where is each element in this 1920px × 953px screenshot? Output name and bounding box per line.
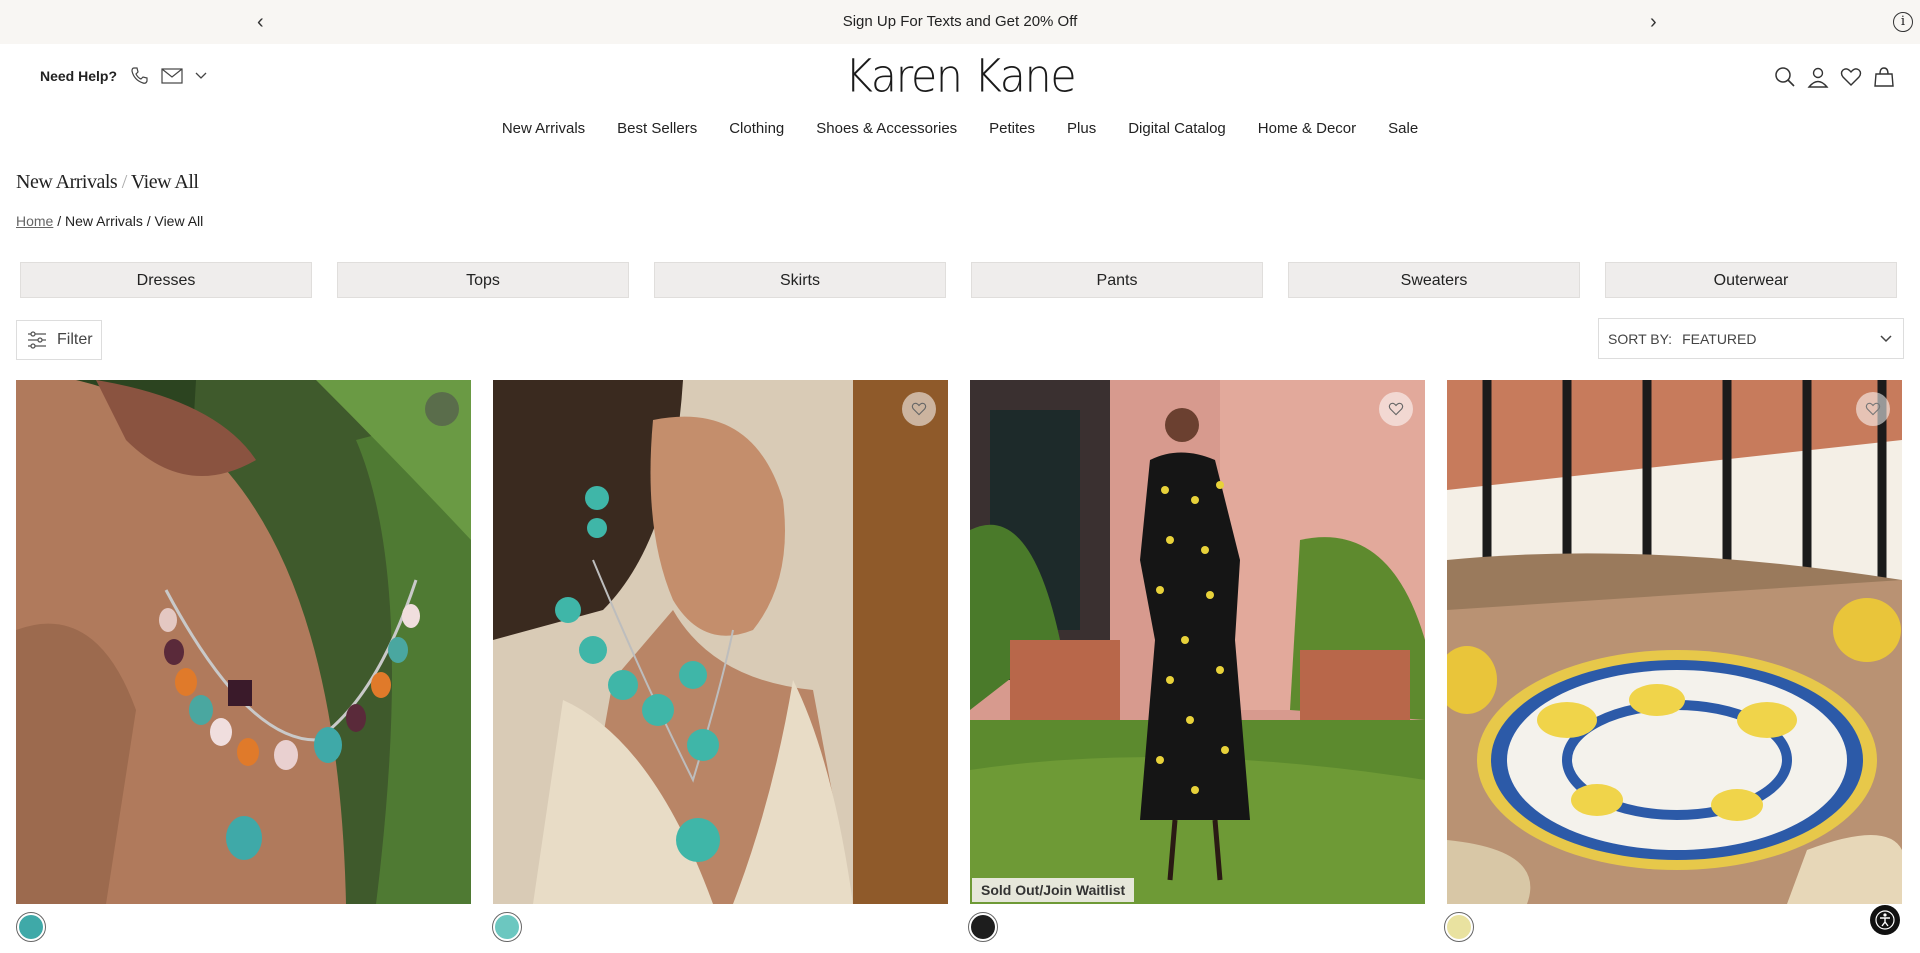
info-icon[interactable]: i — [1893, 12, 1913, 32]
product-card[interactable] — [1447, 380, 1902, 904]
product-image — [1447, 380, 1902, 904]
nav-item-shoes-accessories[interactable]: Shoes & Accessories — [816, 120, 957, 137]
nav-item-clothing[interactable]: Clothing — [729, 120, 784, 137]
sort-label: SORT BY: — [1608, 330, 1673, 347]
wishlist-heart-icon[interactable] — [902, 392, 936, 426]
product-grid: Sold Out/Join Waitlist — [16, 380, 1902, 904]
account-icon[interactable] — [1807, 66, 1829, 88]
wishlist-icon[interactable] — [1840, 66, 1862, 88]
main-nav: New Arrivals Best Sellers Clothing Shoes… — [0, 120, 1920, 137]
header-utilities — [1774, 66, 1895, 88]
search-icon[interactable] — [1774, 66, 1796, 88]
sort-value: FEATURED — [1682, 330, 1757, 347]
brand-logo[interactable]: Karen Kane — [0, 51, 1920, 104]
color-swatch[interactable] — [492, 912, 522, 942]
swatch-color — [19, 915, 43, 939]
category-dresses[interactable]: Dresses — [20, 262, 312, 298]
announcement-bar: ‹ Sign Up For Texts and Get 20% Off › i — [0, 0, 1920, 44]
breadcrumb-trail: / New Arrivals / View All — [53, 213, 204, 229]
swatch-color — [1447, 915, 1471, 939]
breadcrumb: Home / New Arrivals / View All — [16, 213, 203, 229]
sold-out-badge: Sold Out/Join Waitlist — [972, 878, 1135, 902]
category-outerwear[interactable]: Outerwear — [1605, 262, 1897, 298]
accessibility-icon[interactable] — [1870, 905, 1900, 935]
color-swatch[interactable] — [16, 912, 46, 942]
category-sweaters[interactable]: Sweaters — [1288, 262, 1580, 298]
bag-icon[interactable] — [1873, 66, 1895, 88]
color-swatch[interactable] — [968, 912, 998, 942]
product-image — [16, 380, 471, 904]
chevron-down-icon — [1880, 335, 1892, 343]
page-title: New Arrivals / View All — [16, 171, 199, 194]
announcement-next-arrow-icon[interactable]: › — [1650, 10, 1657, 34]
color-swatch[interactable] — [1444, 912, 1474, 942]
nav-item-best-sellers[interactable]: Best Sellers — [617, 120, 697, 137]
product-image — [493, 380, 948, 904]
product-card[interactable]: Sold Out/Join Waitlist — [970, 380, 1425, 904]
swatch-color — [971, 915, 995, 939]
swatch-color — [495, 915, 519, 939]
sort-select[interactable]: SORT BY: FEATURED — [1598, 318, 1904, 359]
filter-button[interactable]: Filter — [16, 320, 102, 360]
category-tops[interactable]: Tops — [337, 262, 629, 298]
category-skirts[interactable]: Skirts — [654, 262, 946, 298]
wishlist-heart-icon[interactable] — [425, 392, 459, 426]
breadcrumb-home-link[interactable]: Home — [16, 213, 53, 229]
product-card[interactable] — [16, 380, 471, 904]
color-swatches — [16, 912, 1474, 942]
nav-item-sale[interactable]: Sale — [1388, 120, 1418, 137]
sliders-icon — [28, 331, 46, 349]
filter-label: Filter — [57, 331, 93, 348]
page-title-main: New Arrivals — [16, 171, 118, 193]
nav-item-petites[interactable]: Petites — [989, 120, 1035, 137]
wishlist-heart-icon[interactable] — [1856, 392, 1890, 426]
nav-item-plus[interactable]: Plus — [1067, 120, 1096, 137]
page-title-separator: / — [121, 171, 128, 193]
page-title-sub: View All — [130, 171, 199, 193]
nav-item-new-arrivals[interactable]: New Arrivals — [502, 120, 585, 137]
nav-item-digital-catalog[interactable]: Digital Catalog — [1128, 120, 1226, 137]
category-pills: Dresses Tops Skirts Pants Sweaters Outer… — [20, 262, 1897, 298]
wishlist-heart-icon[interactable] — [1379, 392, 1413, 426]
product-card[interactable] — [493, 380, 948, 904]
category-pants[interactable]: Pants — [971, 262, 1263, 298]
nav-item-home-decor[interactable]: Home & Decor — [1258, 120, 1356, 137]
announcement-text[interactable]: Sign Up For Texts and Get 20% Off — [0, 13, 1920, 30]
product-image — [970, 380, 1425, 904]
